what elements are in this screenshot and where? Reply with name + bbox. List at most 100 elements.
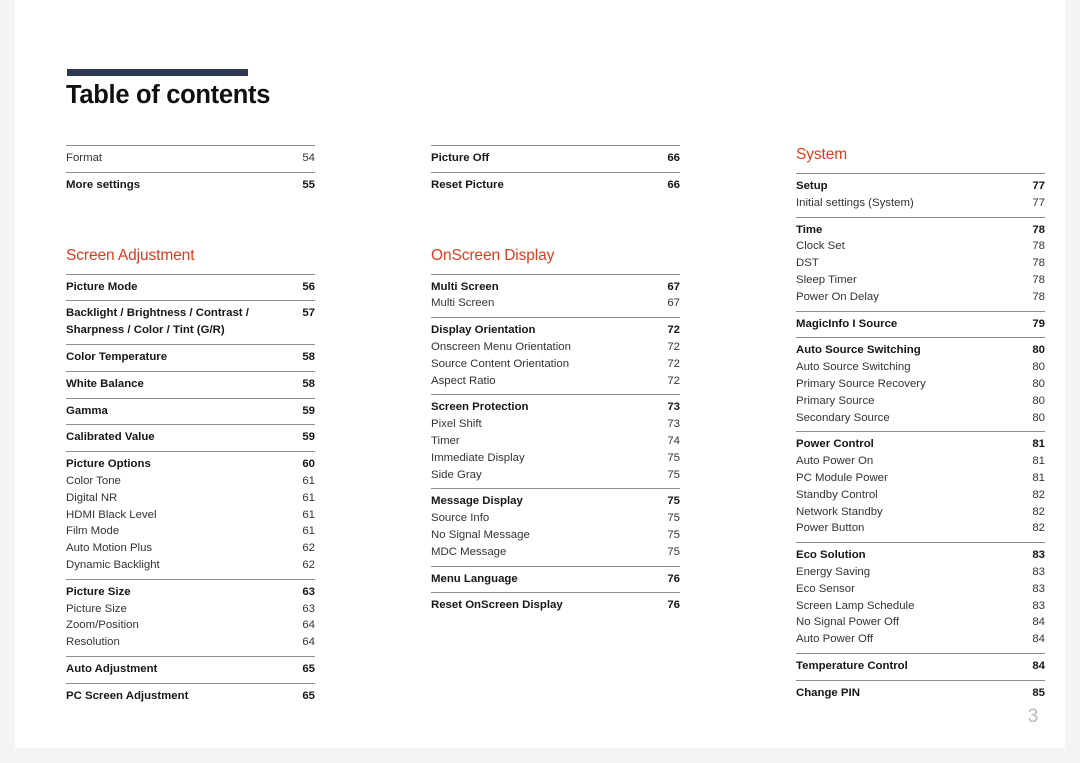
toc-entry[interactable]: Immediate Display 75 (431, 450, 680, 467)
toc-entry[interactable]: More settings 55 (66, 177, 315, 194)
toc-entry[interactable]: Menu Language 76 (431, 571, 680, 588)
toc-entry[interactable]: PC Screen Adjustment 65 (66, 688, 315, 705)
toc-entry[interactable]: Side Gray 75 (431, 467, 680, 484)
toc-entry[interactable]: Screen Lamp Schedule 83 (796, 598, 1045, 615)
toc-entry[interactable]: Source Content Orientation 72 (431, 356, 680, 373)
toc-entry[interactable]: Picture Size 63 (66, 584, 315, 601)
toc-entry-page: 62 (302, 542, 315, 555)
toc-entry[interactable]: Picture Mode 56 (66, 279, 315, 296)
toc-entry[interactable]: Power Button 82 (796, 520, 1045, 537)
toc-entry-label: Aspect Ratio (431, 374, 496, 387)
toc-entry-label: Power Button (796, 522, 865, 535)
toc-entry[interactable]: Primary Source Recovery 80 (796, 376, 1045, 393)
toc-entry[interactable]: Message Display 75 (431, 493, 680, 510)
toc-entry-page: 59 (302, 431, 315, 444)
toc-entry[interactable]: Picture Off 66 (431, 150, 680, 167)
toc-entry-page: 58 (302, 350, 315, 363)
toc-entry[interactable]: Initial settings (System) 77 (796, 195, 1045, 212)
toc-group: Format 54 (66, 145, 315, 172)
toc-entry-page: 78 (1032, 290, 1045, 303)
toc-entry[interactable]: Dynamic Backlight 62 (66, 557, 315, 574)
toc-entry[interactable]: Timer 74 (431, 433, 680, 450)
toc-entry-page: 58 (302, 377, 315, 390)
toc-entry[interactable]: Network Standby 82 (796, 504, 1045, 521)
toc-entry[interactable]: Auto Source Switching 80 (796, 359, 1045, 376)
toc-entry[interactable]: Reset OnScreen Display 76 (431, 597, 680, 614)
toc-group: Auto Source Switching 80 Auto Source Switc… (796, 337, 1045, 431)
toc-entry[interactable]: Auto Motion Plus 62 (66, 540, 315, 557)
toc-entry[interactable]: DST 78 (796, 255, 1045, 272)
toc-entry[interactable]: Resolution 64 (66, 634, 315, 651)
toc-entry[interactable]: Zoom/Position 64 (66, 617, 315, 634)
toc-entry-page: 75 (667, 545, 680, 558)
toc-entry[interactable]: Calibrated Value 59 (66, 429, 315, 446)
toc-entry[interactable]: Multi Screen 67 (431, 295, 680, 312)
toc-entry[interactable]: Standby Control 82 (796, 487, 1045, 504)
toc-entry[interactable]: Display Orientation 72 (431, 322, 680, 339)
toc-entry[interactable]: Eco Sensor 83 (796, 581, 1045, 598)
toc-group: Picture Options 60 Color Tone 61 Digital NR 6… (66, 451, 315, 579)
toc-entry[interactable]: Film Mode 61 (66, 523, 315, 540)
toc-entry[interactable]: No Signal Message 75 (431, 527, 680, 544)
toc-entry[interactable]: Gamma 59 (66, 403, 315, 420)
toc-entry[interactable]: MagicInfo I Source 79 (796, 316, 1045, 333)
toc-entry[interactable]: Onscreen Menu Orientation 72 (431, 339, 680, 356)
toc-group: Calibrated Value 59 (66, 424, 315, 451)
toc-entry-label: Film Mode (66, 525, 120, 538)
toc-entry[interactable]: Multi Screen 67 (431, 279, 680, 296)
toc-entry[interactable]: Power Control 81 (796, 436, 1045, 453)
toc-entry[interactable]: Picture Options 60 (66, 456, 315, 473)
toc-entry[interactable]: Time 78 (796, 222, 1045, 239)
toc-entry[interactable]: Format 54 (66, 150, 315, 167)
toc-group: Change PIN 85 (796, 679, 1045, 707)
toc-entry[interactable]: Clock Set 78 (796, 238, 1045, 255)
toc-entry-page: 72 (667, 324, 680, 337)
toc-entry[interactable]: Sleep Timer 78 (796, 272, 1045, 289)
toc-entry[interactable]: MDC Message 75 (431, 544, 680, 561)
toc-entry[interactable]: Source Info 75 (431, 510, 680, 527)
toc-entry[interactable]: Screen Protection 73 (431, 399, 680, 416)
toc-entry[interactable]: Pixel Shift 73 (431, 416, 680, 433)
toc-entry[interactable]: Aspect Ratio 72 (431, 373, 680, 390)
toc-entry-label: Sleep Timer (796, 273, 857, 286)
toc-entry-page: 81 (1032, 471, 1045, 484)
toc-entry[interactable]: Temperature Control 84 (796, 658, 1045, 675)
toc-entry[interactable]: Auto Power On 81 (796, 453, 1045, 470)
toc-entry[interactable]: HDMI Black Level 61 (66, 507, 315, 524)
toc-entry[interactable]: Auto Power Off 84 (796, 631, 1045, 648)
toc-entry[interactable]: Backlight / Brightness / Contrast / Shar… (66, 305, 315, 339)
toc-entry-label: Multi Screen (431, 280, 499, 293)
toc-entry-page: 83 (1032, 549, 1045, 562)
toc-entry-label: Timer (431, 434, 460, 447)
toc-entry-page: 77 (1032, 196, 1045, 209)
toc-entry[interactable]: Auto Adjustment 65 (66, 661, 315, 678)
toc-group: Multi Screen 67 Multi Screen 67 (431, 273, 680, 318)
toc-entry[interactable]: Color Temperature 58 (66, 349, 315, 366)
toc-entry[interactable]: Eco Solution 83 (796, 547, 1045, 564)
toc-entry-page: 77 (1032, 180, 1045, 192)
toc-entry[interactable]: Secondary Source 80 (796, 410, 1045, 427)
toc-entry[interactable]: No Signal Power Off 84 (796, 614, 1045, 631)
toc-entry-page: 63 (302, 602, 315, 615)
toc-entry[interactable]: Picture Size 63 (66, 601, 315, 618)
toc-entry[interactable]: Color Tone 61 (66, 473, 315, 490)
toc-entry[interactable]: Reset Picture 66 (431, 177, 680, 194)
toc-entry[interactable]: PC Module Power 81 (796, 470, 1045, 487)
toc-entry[interactable]: Auto Source Switching 80 (796, 342, 1045, 359)
toc-entry-label: Auto Power Off (796, 633, 874, 646)
toc-entry-page: 65 (302, 689, 315, 702)
toc-entry-page: 75 (667, 468, 680, 481)
toc-group: More settings 55 (66, 171, 315, 199)
toc-entry-label: More settings (66, 178, 141, 191)
toc-entry[interactable]: Change PIN 85 (796, 685, 1045, 702)
toc-entry[interactable]: Energy Saving 83 (796, 564, 1045, 581)
toc-entry-label: Primary Source (796, 394, 875, 407)
toc-entry-label: Auto Power On (796, 455, 874, 468)
toc-entry[interactable]: Setup 77 (796, 178, 1045, 195)
toc-entry[interactable]: Digital NR 61 (66, 490, 315, 507)
toc-entry[interactable]: Primary Source 80 (796, 393, 1045, 410)
toc-entry[interactable]: Power On Delay 78 (796, 289, 1045, 306)
toc-entry-page: 82 (1032, 522, 1045, 535)
page-number: 3 (1027, 706, 1039, 727)
toc-entry[interactable]: White Balance 58 (66, 376, 315, 393)
